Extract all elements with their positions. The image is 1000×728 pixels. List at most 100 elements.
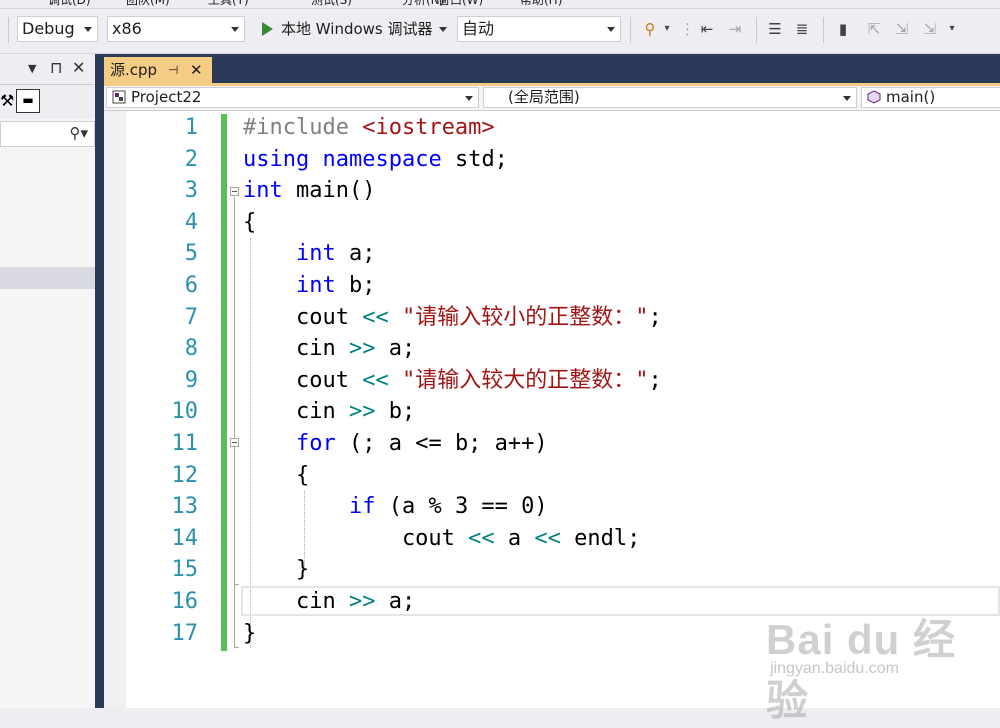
panel-splitter[interactable] [95, 54, 103, 708]
chevron-down-icon [465, 96, 473, 101]
code-line[interactable]: int b; [243, 270, 376, 302]
code-token: (a % 3 == 0) [375, 494, 548, 520]
code-token: >> [348, 336, 376, 362]
code-token: b; [335, 273, 376, 298]
code-line[interactable]: cout << "请输入较小的正整数："; [243, 302, 662, 334]
code-token: int [295, 273, 336, 298]
code-token: cout [243, 304, 363, 330]
line-number: 11 [171, 431, 199, 456]
solution-config-dropdown[interactable]: Debug [17, 16, 98, 42]
code-line[interactable]: } [243, 554, 309, 586]
toolbar-separator [823, 17, 824, 43]
code-line[interactable]: cout << "请输入较大的正整数："; [243, 365, 662, 397]
code-token: { [243, 209, 257, 235]
code-line[interactable]: cin >> a; [243, 333, 415, 365]
line-number: 6 [184, 273, 198, 298]
code-line[interactable]: if (a % 3 == 0) [243, 491, 548, 523]
collapse-main-icon[interactable] [230, 187, 239, 196]
menu-team[interactable]: 团队(M) [126, 0, 170, 8]
tab-source-cpp[interactable]: 源.cpp ⊣ ✕ [104, 57, 212, 83]
search-icon: ⚲▾ [69, 124, 88, 142]
chevron-down-icon [231, 27, 239, 32]
code-line[interactable]: for (; a <= b; a++) [243, 428, 548, 460]
next-bookmark-icon[interactable]: ⇲ [892, 19, 912, 39]
watermark-logo: Bai du 经验 jingyan.baidu.com [766, 598, 986, 724]
pin-icon[interactable]: ⊣ [168, 57, 178, 83]
code-token: ; [648, 367, 662, 393]
fold-range-line [234, 448, 235, 584]
member-name: main() [886, 88, 936, 106]
decrease-indent-icon[interactable]: ⇤ [697, 19, 717, 39]
code-token: } [243, 620, 257, 646]
previous-bookmark-icon[interactable]: ⇱ [864, 19, 884, 39]
code-line[interactable]: cin >> b; [243, 396, 415, 428]
increase-indent-icon[interactable]: ⇥ [725, 19, 745, 39]
code-line[interactable]: int a; [243, 238, 376, 270]
code-token: <iostream> [362, 115, 495, 140]
code-token: (; a <= b; a++) [335, 431, 548, 456]
code-line[interactable]: { [243, 460, 309, 492]
chevron-down-icon[interactable] [438, 27, 447, 32]
project-dropdown[interactable]: Project22 [106, 87, 479, 108]
panel-search-box[interactable]: ⚲▾ [0, 121, 95, 147]
bookmark-icon[interactable]: ▮ [833, 19, 853, 39]
wrench-icon[interactable]: ⚒ [0, 91, 14, 110]
code-token: #include [243, 115, 363, 140]
line-number: 5 [184, 241, 198, 267]
project-name: Project22 [131, 88, 202, 106]
code-line[interactable]: using namespace std; [243, 144, 508, 176]
platform-dropdown[interactable]: x86 [107, 16, 245, 42]
code-token: b; [375, 399, 416, 425]
menu-help[interactable]: 帮助(H) [520, 0, 562, 8]
close-icon[interactable]: ✕ [72, 58, 85, 77]
run-mode-value: 自动 [462, 19, 495, 38]
code-line[interactable]: cout << a << endl; [243, 523, 640, 555]
solution-explorer-panel: ▼ ⊓ ✕ ⚒ ▬ ⚲▾ [0, 54, 95, 708]
scope-dropdown[interactable]: (全局范围) [483, 87, 857, 108]
menu-test[interactable]: 测试(S) [311, 0, 352, 8]
code-line[interactable]: { [243, 207, 256, 239]
pin-icon[interactable]: ⊓ [50, 58, 62, 77]
collapse-all-icon[interactable]: ▬ [16, 89, 40, 113]
platform-value: x86 [112, 19, 142, 38]
code-token: int [243, 178, 283, 204]
solution-config-value: Debug [22, 19, 75, 38]
code-token: { [243, 462, 310, 488]
overflow-arrow-icon[interactable]: ▾ [946, 19, 958, 39]
menu-debug[interactable]: 调试(D) [48, 0, 91, 8]
menu-window[interactable]: 窗口(W) [438, 0, 483, 8]
clear-bookmarks-icon[interactable]: ⇲ [920, 19, 940, 39]
find-in-files-icon[interactable]: ⚲ [640, 19, 660, 39]
glyph-margin[interactable] [104, 111, 126, 708]
window-position-icon[interactable]: ▼ [28, 62, 36, 75]
run-mode-dropdown[interactable]: 自动 [457, 16, 621, 42]
code-line[interactable]: cin >> a; [243, 586, 415, 618]
code-line[interactable]: } [243, 618, 256, 650]
chevron-down-icon [843, 96, 851, 101]
start-debugging-button[interactable]: 本地 Windows 调试器 [258, 16, 447, 42]
selected-tree-item[interactable] [0, 267, 95, 289]
comment-lines-icon[interactable]: ☰ [765, 19, 785, 39]
overflow-arrow-icon[interactable]: ▾ [662, 19, 672, 39]
code-token: >> [348, 589, 376, 614]
close-icon[interactable]: ✕ [190, 57, 203, 83]
line-number: 12 [171, 462, 199, 488]
toolbar-separator [630, 17, 631, 43]
code-token: a; [375, 336, 416, 362]
code-line[interactable]: #include <iostream> [243, 112, 495, 144]
collapse-for-icon[interactable] [230, 438, 239, 447]
code-line[interactable]: int main() [243, 175, 375, 207]
member-dropdown[interactable]: main() [861, 87, 1000, 108]
code-token: cin [243, 589, 349, 614]
code-editor[interactable]: 1 2 3 4 5 6 7 8 9 10 11 12 13 14 15 16 17 #include <iost… [104, 111, 1000, 724]
fold-range-end [234, 647, 239, 648]
uncomment-lines-icon[interactable]: ≣ [792, 19, 812, 39]
run-label: 本地 Windows 调试器 [281, 20, 433, 38]
code-token: using [243, 146, 310, 172]
play-icon [262, 22, 273, 36]
menu-tools[interactable]: 工具(T) [208, 0, 249, 8]
